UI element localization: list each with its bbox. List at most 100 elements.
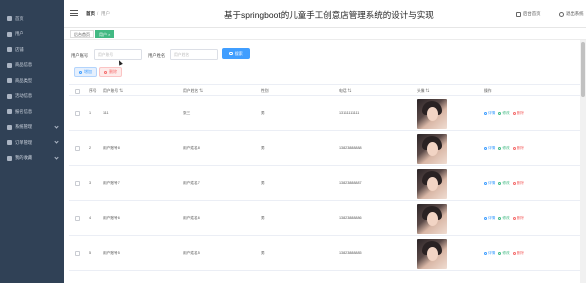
breadcrumb-current: 用户 [101,11,110,16]
delete-icon [104,70,107,74]
row-checkbox[interactable] [75,251,80,256]
col-gender: 性别 [261,89,269,93]
edit-label: 修改 [502,251,510,255]
sidebar-item-label: 店铺 [15,46,24,52]
top-header: 首页 / 用户 基于springboot的儿童手工创意店管理系统的设计与实现 后… [64,0,586,28]
cell-gender: 男 [261,111,265,115]
cell-phone: 13823888888 [339,146,362,150]
detail-button[interactable]: 详情 [484,216,495,221]
search-icon [229,51,233,56]
sidebar-item-8[interactable]: 订单管理 [0,135,64,151]
cell-gender: 男 [261,181,265,185]
sidebar-item-1[interactable]: 用户 [0,27,64,43]
plus-icon [79,70,82,74]
sidebar-item-label: 订单管理 [15,139,33,145]
sidebar-item-label: 商品信息 [15,62,33,68]
sidebar-item-label: 我的收藏 [15,155,33,161]
account-search-label: 用户账号 [71,53,89,58]
delete-button[interactable]: 删除 [512,251,524,256]
sidebar-item-3[interactable]: 商品信息 [0,58,64,74]
table-row: 1 111 张三男 13111111111 详情 修改 删除 [69,96,580,131]
account-search-input[interactable]: 用户账号 [94,49,142,60]
close-icon [512,147,516,150]
avatar[interactable] [417,99,447,129]
cell-name: 用户姓名6 [183,216,200,220]
delete-button[interactable]: 删除 [512,181,524,186]
avatar[interactable] [417,204,447,234]
sidebar-item-2[interactable]: 店铺 [0,42,64,58]
cell-index: 1 [89,111,92,115]
backend-home-link[interactable]: 后台首页 [516,11,541,17]
delete-button[interactable]: 删除 [512,216,524,221]
sidebar-item-4[interactable]: 商品类型 [0,73,64,89]
edit-button[interactable]: 修改 [498,251,510,256]
col-index: 序号 [89,89,97,93]
table-row: 5 用户账号5 用户姓名5 男 13823888885 详情 修改 删除 [69,236,580,271]
edit-button[interactable]: 修改 [498,146,510,151]
delete-button[interactable]: 删除 [512,111,524,116]
cell-account: 用户账号8 [103,146,120,150]
edit-button[interactable]: 修改 [498,181,510,186]
name-search-label: 用户姓名 [148,53,166,58]
name-search-input[interactable]: 用户姓名 [170,49,218,60]
app-root: 首页 用户 店铺 商品信息 商品类型 活动信息 报名信息 系统管理 订单管理 我的收藏 首页 / … [0,0,586,283]
row-checkbox[interactable] [75,181,80,186]
sidebar-item-0[interactable]: 首页 [0,11,64,27]
favorite-icon [7,155,12,161]
power-icon [559,11,564,17]
scrollbar-thumb[interactable] [581,42,585,97]
activity-icon [7,93,12,99]
row-checkbox[interactable] [75,216,80,221]
detail-button[interactable]: 详情 [484,251,495,256]
avatar[interactable] [417,169,447,199]
signup-icon [7,109,12,115]
avatar[interactable] [417,134,447,164]
cell-account: 用户账号7 [103,181,120,185]
cell-index: 5 [89,251,92,255]
detail-button[interactable]: 详情 [484,146,495,151]
detail-label: 详情 [488,181,496,185]
batch-delete-label: 删除 [109,69,117,74]
avatar-face [427,247,438,261]
edit-button[interactable]: 修改 [498,111,510,116]
col-avatar[interactable]: 头像 ⇅ [417,89,429,94]
scrollbar[interactable] [580,40,586,283]
edit-icon [498,217,502,220]
cell-name: 用户姓名7 [183,181,200,185]
col-phone[interactable]: 电话 ⇅ [339,89,351,94]
edit-button[interactable]: 修改 [498,216,510,221]
sidebar-item-9[interactable]: 我的收藏 [0,151,64,167]
tag-home[interactable]: 后台首页 [70,30,94,38]
batch-delete-button[interactable]: 删除 [99,67,122,77]
row-checkbox[interactable] [75,146,80,151]
sidebar-item-6[interactable]: 报名信息 [0,104,64,120]
search-button[interactable]: 搜索 [222,48,250,59]
row-checkbox[interactable] [75,111,80,116]
tag-user-active[interactable]: 用户 × [95,30,115,38]
sidebar-item-5[interactable]: 活动信息 [0,89,64,105]
col-name[interactable]: 用户姓名 ⇅ [183,89,203,94]
breadcrumb-home[interactable]: 首页 [86,11,95,17]
delete-button[interactable]: 删除 [512,146,524,151]
row-actions: 详情 修改 删除 [484,251,527,256]
order-icon [7,140,12,146]
edit-label: 修改 [502,216,510,220]
detail-button[interactable]: 详情 [484,111,495,116]
logout-label: 退出系统 [566,11,584,16]
edit-icon [498,252,502,255]
hamburger-icon[interactable] [70,10,78,16]
col-account[interactable]: 用户账号 ⇅ [103,89,123,94]
logout-link[interactable]: 退出系统 [559,11,584,17]
edit-label: 修改 [502,181,510,185]
sidebar: 首页 用户店铺商品信息商品类型 活动信息报名信息系统管理订单管理我的收藏 [0,0,64,283]
avatar[interactable] [417,239,447,269]
detail-button[interactable]: 详情 [484,181,495,186]
detail-label: 详情 [488,111,496,115]
sidebar-item-7[interactable]: 系统管理 [0,120,64,136]
add-button[interactable]: 增加 [74,67,97,77]
avatar-face [427,177,438,191]
close-icon [512,252,516,255]
category-icon [7,78,12,84]
sidebar-item-label: 报名信息 [15,108,33,114]
select-all-checkbox[interactable] [75,88,80,94]
